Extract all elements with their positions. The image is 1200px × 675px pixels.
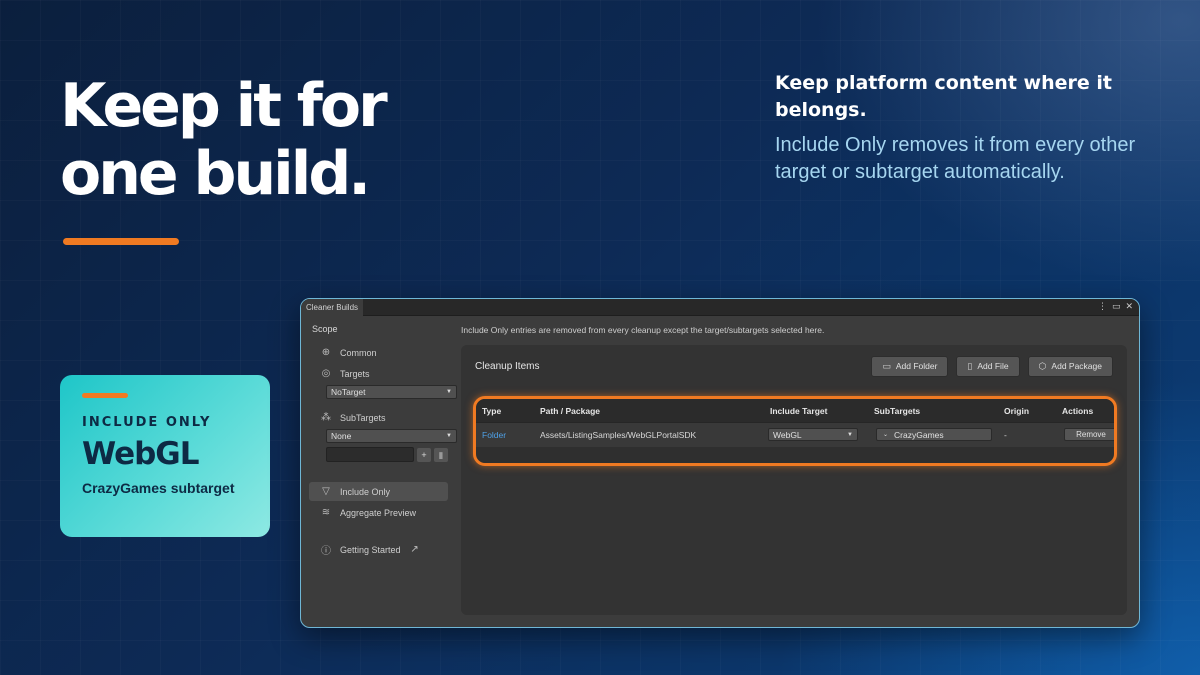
include-only-info: Include Only entries are removed from ev… (461, 325, 825, 335)
include-target-value: WebGL (773, 429, 802, 440)
sidebar-item-include-only[interactable]: ▽ Include Only (309, 482, 448, 501)
chevron-down-icon: ▼ (446, 433, 452, 439)
sidebar-item-subtargets[interactable]: ⁂ SubTargets (309, 408, 448, 427)
external-link-icon: ↗ (410, 544, 419, 555)
filter-icon: ▽ (322, 486, 330, 497)
panel-header: Cleanup Items ▭ Add Folder ▯ Add File ⬡ … (475, 355, 1113, 377)
trash-icon: ▮ (438, 449, 444, 460)
card-accent-dash (82, 393, 128, 398)
chevron-down-icon: ▼ (446, 389, 452, 395)
subtargets-dropdown[interactable]: None ▼ (326, 429, 457, 443)
row-origin: - (1004, 430, 1007, 440)
folder-icon: ▭ (882, 360, 891, 371)
row-type: Folder (482, 430, 507, 440)
subtargets-multiselect[interactable]: ⌄ CrazyGames (876, 428, 992, 441)
column-header-actions: Actions (1062, 406, 1094, 416)
subtarget-name-input[interactable] (326, 447, 414, 462)
sidebar-item-common[interactable]: ⊕ Common (309, 343, 448, 362)
file-icon: ▯ (967, 360, 973, 371)
column-header-subtargets: SubTargets (874, 406, 921, 416)
remove-button[interactable]: Remove (1064, 428, 1114, 441)
chevron-down-icon: ▼ (847, 431, 853, 438)
side-copy: Keep platform content where it belongs. … (775, 70, 1155, 186)
cleanup-items-table: Type Path / Package Include Target SubTa… (473, 396, 1117, 466)
card-kicker: INCLUDE ONLY (82, 415, 212, 430)
panel-actions: ▭ Add Folder ▯ Add File ⬡ Add Package (871, 355, 1113, 377)
table-row: Folder Assets/ListingSamples/WebGLPortal… (476, 423, 1114, 447)
scope-sidebar: Scope ⊕ Common ◎ Targets NoTarget ▼ ⁂ Su… (301, 316, 457, 627)
sidebar-item-label: Getting Started (340, 544, 401, 555)
add-folder-button[interactable]: ▭ Add Folder (871, 355, 949, 377)
table-header: Type Path / Package Include Target SubTa… (476, 399, 1114, 423)
main-content: Include Only entries are removed from ev… (461, 316, 1127, 615)
sidebar-item-getting-started[interactable]: ⓘ Getting Started ↗ (309, 540, 448, 559)
headline-line-2: one build. (60, 139, 371, 209)
card-title: WebGL (82, 436, 200, 472)
hierarchy-icon: ⁂ (321, 412, 331, 423)
window-tab[interactable]: Cleaner Builds (301, 299, 363, 316)
sidebar-item-label: Aggregate Preview (340, 507, 417, 518)
column-header-include-target: Include Target (770, 406, 828, 416)
delete-subtarget-button[interactable]: ▮ (434, 447, 448, 462)
plus-icon: + (421, 449, 427, 460)
column-header-origin: Origin (1004, 406, 1030, 416)
chevron-down-icon: ⌄ (883, 432, 889, 438)
window-controls: ⋮ ▭ ✕ (1098, 301, 1133, 312)
column-header-path: Path / Package (540, 406, 601, 416)
sidebar-item-label: SubTargets (340, 412, 386, 423)
maximize-icon[interactable]: ▭ (1112, 301, 1121, 312)
row-path: Assets/ListingSamples/WebGLPortalSDK (540, 430, 697, 440)
sidebar-item-label: Include Only (340, 486, 391, 497)
scope-label: Scope (312, 324, 338, 334)
targets-dropdown[interactable]: NoTarget ▼ (326, 385, 457, 399)
targets-dropdown-value: NoTarget (331, 387, 366, 397)
add-package-label: Add Package (1051, 361, 1102, 371)
target-icon: ◎ (321, 368, 331, 379)
info-icon: ⓘ (321, 546, 331, 557)
panel-title: Cleanup Items (475, 360, 540, 372)
subtarget-add-row: + ▮ (326, 447, 448, 462)
sidebar-item-label: Common (340, 347, 377, 358)
sidebar-item-targets[interactable]: ◎ Targets (309, 364, 448, 383)
add-file-label: Add File (977, 361, 1009, 371)
add-package-button[interactable]: ⬡ Add Package (1027, 355, 1113, 377)
accent-underline (63, 238, 179, 245)
side-body: Include Only removes it from every other… (775, 134, 1136, 183)
editor-window: Cleaner Builds ⋮ ▭ ✕ Scope ⊕ Common ◎ Ta… (300, 298, 1140, 628)
add-subtarget-button[interactable]: + (417, 447, 431, 462)
add-folder-label: Add Folder (895, 361, 938, 371)
include-only-card: INCLUDE ONLY WebGL CrazyGames subtarget (60, 375, 270, 537)
close-icon[interactable]: ✕ (1125, 301, 1133, 312)
sidebar-item-label: Targets (340, 368, 370, 379)
headline: Keep it for one build. (60, 72, 480, 208)
cleanup-items-panel: Cleanup Items ▭ Add Folder ▯ Add File ⬡ … (461, 345, 1127, 615)
headline-line-1: Keep it for (60, 71, 388, 141)
include-target-dropdown[interactable]: WebGL ▼ (768, 428, 858, 441)
layers-icon: ≋ (321, 507, 331, 518)
card-subtitle: CrazyGames subtarget (82, 480, 235, 496)
package-icon: ⬡ (1038, 360, 1047, 371)
column-header-type: Type (482, 406, 502, 416)
window-titlebar: Cleaner Builds ⋮ ▭ ✕ (301, 299, 1139, 316)
subtargets-value: CrazyGames (894, 429, 944, 440)
add-file-button[interactable]: ▯ Add File (956, 355, 1020, 377)
more-options-icon[interactable]: ⋮ (1098, 301, 1107, 312)
side-title: Keep platform content where it belongs. (775, 72, 1112, 121)
sidebar-item-aggregate-preview[interactable]: ≋ Aggregate Preview (309, 503, 448, 522)
crosshair-icon: ⊕ (321, 347, 331, 358)
subtargets-dropdown-value: None (331, 431, 352, 441)
